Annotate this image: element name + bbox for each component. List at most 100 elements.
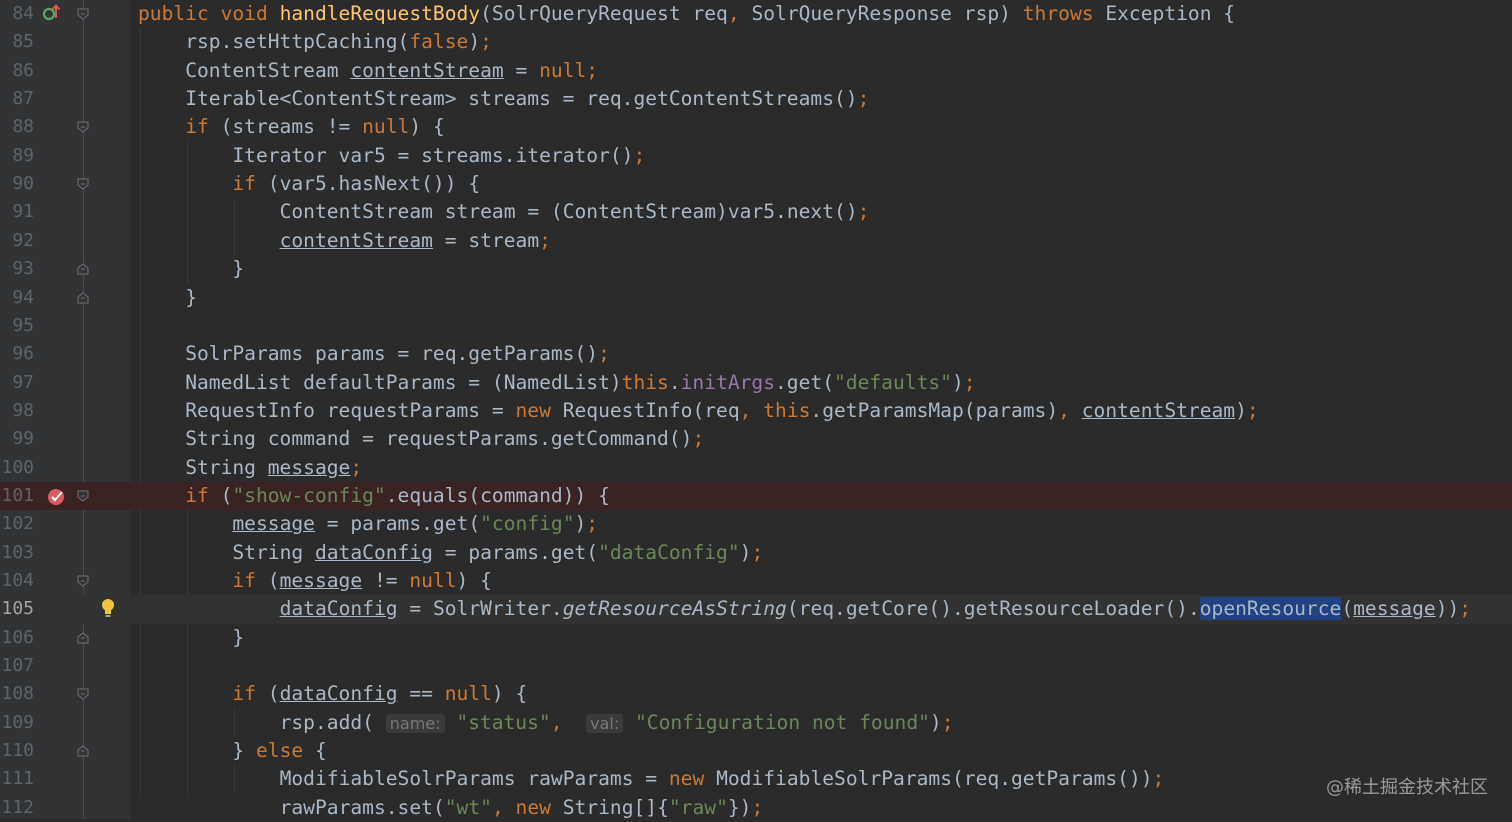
code-text[interactable]: Iterator var5 = streams.iterator(); <box>232 142 645 170</box>
line-number[interactable]: 108 <box>0 680 34 708</box>
code-text[interactable]: NamedList defaultParams = (NamedList)thi… <box>185 369 975 397</box>
lightbulb-icon[interactable] <box>100 597 116 623</box>
code-line[interactable]: 99 String command = requestParams.getComm… <box>0 425 1512 453</box>
line-number[interactable]: 96 <box>0 340 34 368</box>
fold-marker-icon[interactable] <box>77 8 89 20</box>
code-line[interactable]: 84 public void handleRequestBody(SolrQuer… <box>0 0 1512 28</box>
code-text[interactable]: ModifiableSolrParams rawParams = new Mod… <box>280 765 1165 793</box>
code-line[interactable]: 93} <box>0 255 1512 283</box>
code-line[interactable]: 95 <box>0 312 1512 340</box>
code-line[interactable]: 92 contentStream = stream; <box>0 227 1512 255</box>
line-number[interactable]: 112 <box>0 794 34 822</box>
code-line[interactable]: 110 } else { <box>0 737 1512 765</box>
line-number[interactable]: 91 <box>0 198 34 226</box>
code-line[interactable]: 112 rawParams.set("wt", new String[]{"raw… <box>0 794 1512 822</box>
line-number[interactable]: 92 <box>0 227 34 255</box>
code-text[interactable]: public void handleRequestBody(SolrQueryR… <box>138 0 1235 28</box>
line-number[interactable]: 103 <box>0 539 34 567</box>
code-text[interactable]: if (streams != null) { <box>185 113 445 141</box>
code-text[interactable]: } else { <box>232 737 326 765</box>
code-text[interactable]: dataConfig = SolrWriter.getResourceAsStr… <box>280 595 1471 623</box>
code-text[interactable]: rawParams.set("wt", new String[]{"raw"})… <box>280 794 764 822</box>
fold-marker-icon[interactable] <box>77 291 89 304</box>
code-text[interactable]: String command = requestParams.getComman… <box>185 425 704 453</box>
code-text[interactable]: contentStream = stream; <box>280 227 551 255</box>
code-text[interactable]: SolrParams params = req.getParams(); <box>185 340 610 368</box>
code-line[interactable]: 91 ContentStream stream = (ContentStream)… <box>0 198 1512 226</box>
fold-marker-icon[interactable] <box>77 632 89 644</box>
code-line[interactable]: 105 dataConfig = SolrWriter.getResourceAs… <box>0 595 1512 624</box>
code-line[interactable]: 85 rsp.setHttpCaching(false); <box>0 28 1512 56</box>
code-text[interactable]: if (dataConfig == null) { <box>232 680 527 708</box>
line-number[interactable]: 97 <box>0 369 34 397</box>
line-number[interactable]: 99 <box>0 425 34 453</box>
code-token: ) { <box>456 569 492 592</box>
code-line[interactable]: 107 <box>0 652 1512 680</box>
line-number[interactable]: 110 <box>0 737 34 765</box>
line-number[interactable]: 107 <box>0 652 34 680</box>
code-text[interactable]: } <box>232 624 244 652</box>
line-number[interactable]: 111 <box>0 765 34 793</box>
fold-marker-icon[interactable] <box>77 178 89 190</box>
code-line[interactable]: 87 Iterable<ContentStream> streams = req.… <box>0 85 1512 113</box>
code-text[interactable]: if ("show-config".equals(command)) { <box>185 482 610 510</box>
line-number[interactable]: 100 <box>0 454 34 482</box>
fold-marker-icon[interactable] <box>77 263 89 275</box>
code-text[interactable]: String message; <box>185 454 362 482</box>
code-editor[interactable]: 84 public void handleRequestBody(SolrQuer… <box>0 0 1512 819</box>
code-line[interactable]: 109 rsp.add( name: "status", val: "Config… <box>0 709 1512 737</box>
fold-marker-icon[interactable] <box>77 121 89 134</box>
line-number[interactable]: 86 <box>0 57 34 85</box>
code-line[interactable]: 101 if ("show-config".equals(command)) { <box>0 481 1512 512</box>
line-number[interactable]: 104 <box>0 567 34 595</box>
code-text[interactable]: ContentStream contentStream = null; <box>185 57 598 85</box>
code-line[interactable]: 98 RequestInfo requestParams = new Reques… <box>0 397 1512 425</box>
line-number[interactable]: 93 <box>0 255 34 283</box>
code-line[interactable]: 86 ContentStream contentStream = null; <box>0 57 1512 85</box>
code-text[interactable]: rsp.add( name: "status", val: "Configura… <box>280 709 954 738</box>
line-number[interactable]: 101 <box>0 482 34 510</box>
code-line[interactable]: 106} <box>0 624 1512 652</box>
override-up-arrow-icon[interactable] <box>42 2 62 28</box>
breakpoint-icon[interactable] <box>46 486 68 512</box>
line-number[interactable]: 89 <box>0 142 34 170</box>
code-text[interactable]: String dataConfig = params.get("dataConf… <box>232 539 763 567</box>
line-number[interactable]: 85 <box>0 28 34 56</box>
line-number[interactable]: 98 <box>0 397 34 425</box>
code-text[interactable]: if (var5.hasNext()) { <box>232 170 480 198</box>
code-text[interactable]: ContentStream stream = (ContentStream)va… <box>280 198 870 226</box>
code-text[interactable]: message = params.get("config"); <box>232 510 598 538</box>
code-text[interactable]: RequestInfo requestParams = new RequestI… <box>185 397 1259 425</box>
code-line[interactable]: 96 SolrParams params = req.getParams(); <box>0 340 1512 368</box>
code-text[interactable]: if (message != null) { <box>232 567 492 595</box>
code-text[interactable]: Iterable<ContentStream> streams = req.ge… <box>185 85 869 113</box>
line-number[interactable]: 95 <box>0 312 34 340</box>
code-line[interactable]: 97 NamedList defaultParams = (NamedList)t… <box>0 369 1512 397</box>
line-number[interactable]: 109 <box>0 709 34 737</box>
code-line[interactable]: 94} <box>0 284 1512 312</box>
code-line[interactable]: 103 String dataConfig = params.get("dataC… <box>0 539 1512 567</box>
fold-marker-icon[interactable] <box>77 575 89 587</box>
code-line[interactable]: 108 if (dataConfig == null) { <box>0 680 1512 708</box>
fold-marker-icon[interactable] <box>77 490 89 502</box>
code-text[interactable]: rsp.setHttpCaching(false); <box>185 28 492 56</box>
code-line[interactable]: 102 message = params.get("config"); <box>0 510 1512 538</box>
line-number[interactable]: 87 <box>0 85 34 113</box>
code-line[interactable]: 111 ModifiableSolrParams rawParams = new … <box>0 765 1512 793</box>
code-line[interactable]: 100 String message; <box>0 454 1512 482</box>
code-text[interactable]: } <box>232 255 244 283</box>
line-number[interactable]: 106 <box>0 624 34 652</box>
line-number[interactable]: 84 <box>0 0 34 28</box>
line-number[interactable]: 102 <box>0 510 34 538</box>
line-number[interactable]: 105 <box>0 595 34 623</box>
code-line[interactable]: 88 if (streams != null) { <box>0 113 1512 141</box>
fold-marker-icon[interactable] <box>77 745 89 757</box>
line-number[interactable]: 88 <box>0 113 34 141</box>
code-line[interactable]: 90 if (var5.hasNext()) { <box>0 170 1512 198</box>
code-line[interactable]: 104 if (message != null) { <box>0 567 1512 595</box>
line-number[interactable]: 90 <box>0 170 34 198</box>
line-number[interactable]: 94 <box>0 284 34 312</box>
fold-marker-icon[interactable] <box>77 688 89 701</box>
code-line[interactable]: 89 Iterator var5 = streams.iterator(); <box>0 142 1512 170</box>
code-text[interactable]: } <box>185 284 197 312</box>
